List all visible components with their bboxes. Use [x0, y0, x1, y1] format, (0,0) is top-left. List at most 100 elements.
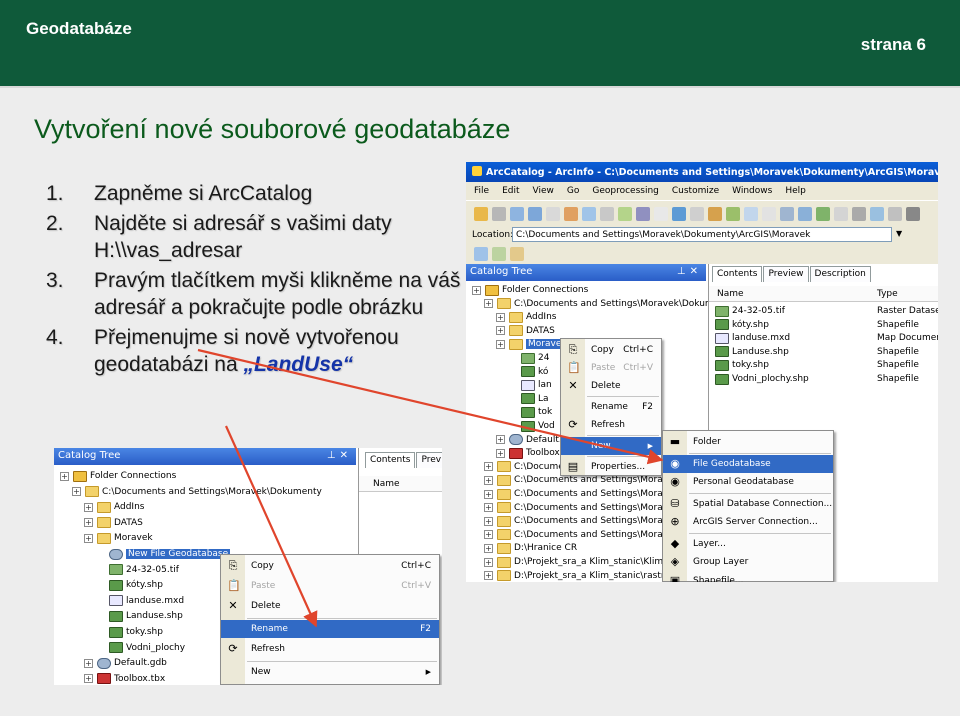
tab-preview[interactable]: Preview [763, 266, 809, 282]
tree-item[interactable]: landuse.mxd [96, 594, 184, 608]
tree-item[interactable]: kóty.shp [96, 578, 163, 592]
tree-item[interactable]: + Folder Connections [472, 283, 588, 297]
menu-item-paste[interactable]: 📋 Paste Ctrl+V [561, 359, 661, 377]
expand-toggle-icon[interactable]: + [84, 502, 93, 512]
tree-item[interactable]: + Moravek [496, 337, 569, 351]
toolbar-button[interactable] [546, 207, 560, 221]
tree-item[interactable]: tok [508, 405, 552, 419]
toolbar-button[interactable] [510, 247, 524, 261]
menu-item-file-geodatabase[interactable]: ◉ File Geodatabase [663, 454, 833, 473]
expand-toggle-icon[interactable]: + [496, 326, 505, 336]
toolbar-button[interactable] [798, 207, 812, 221]
toolbar-button[interactable] [888, 207, 902, 221]
tree-item[interactable]: + AddIns [496, 310, 556, 324]
toolbar-button[interactable] [636, 207, 650, 221]
expand-toggle-icon[interactable]: + [484, 530, 493, 540]
toolbar-button[interactable] [852, 207, 866, 221]
toolbar-button[interactable] [618, 207, 632, 221]
tree-item[interactable]: + Folder Connections [60, 469, 176, 483]
tree-item[interactable]: + C:\Documents and Settings\Moravek\Dokum… [484, 297, 734, 311]
toolbar-button[interactable] [492, 207, 506, 221]
tree-item[interactable]: +C:\Documents and Settings\Moravek\D [484, 514, 689, 528]
expand-toggle-icon[interactable]: + [496, 448, 505, 458]
pane-buttons[interactable]: ⊥✕ [327, 450, 352, 461]
toolbar-button[interactable] [834, 207, 848, 221]
toolbar-button[interactable] [564, 207, 578, 221]
expand-toggle-icon[interactable]: + [84, 533, 93, 543]
expand-toggle-icon[interactable]: + [484, 503, 493, 513]
toolbar-button[interactable] [492, 247, 506, 261]
expand-toggle-icon[interactable]: + [84, 674, 93, 684]
tree-item[interactable]: kó [508, 365, 548, 379]
tree-item[interactable]: + C:\Documents and Settings\Moravek\Dokum… [72, 485, 322, 499]
menu-item-shapefile[interactable]: ▣ Shapefile... [663, 572, 833, 582]
menu-item-file[interactable]: File [474, 186, 489, 196]
expand-toggle-icon[interactable]: + [84, 658, 93, 668]
expand-toggle-icon[interactable]: + [484, 299, 493, 309]
expand-toggle-icon[interactable]: + [484, 543, 493, 553]
expand-toggle-icon[interactable]: + [484, 571, 493, 581]
menu-item-rename[interactable]: Rename F2 [561, 398, 661, 416]
column-name[interactable]: Name [717, 289, 744, 299]
tree-item[interactable]: La [508, 392, 549, 406]
toolbar-button[interactable] [672, 207, 686, 221]
tree-item[interactable]: New File Geodatabase [96, 547, 231, 561]
toolbar-button[interactable] [510, 207, 524, 221]
column-name[interactable]: Name [373, 479, 400, 489]
toolbar-button[interactable] [690, 207, 704, 221]
tree-item[interactable]: + AddIns [84, 500, 144, 514]
tree-item[interactable]: +C:\Documents and Settings\Moravek\D [484, 501, 689, 515]
tree-item[interactable]: +C:\Documents and Settings\Moravek\D [484, 487, 689, 501]
list-item[interactable]: landuse.mxd Map Document [715, 331, 938, 345]
menu-item-refresh[interactable]: ⟳ Refresh [561, 416, 661, 434]
toolbar-button[interactable] [816, 207, 830, 221]
tab-description[interactable]: Description [809, 266, 871, 282]
tree-item[interactable]: + DATAS [84, 516, 143, 530]
toolbar-button[interactable] [744, 207, 758, 221]
menu-item-customize[interactable]: Customize [672, 186, 719, 196]
menu-item-properties[interactable]: ▤ Properties... [561, 458, 661, 476]
tree-item[interactable]: + Moravek [84, 531, 153, 545]
toolbar-button[interactable] [582, 207, 596, 221]
expand-toggle-icon[interactable]: + [484, 475, 493, 485]
toolbar-button[interactable] [654, 207, 668, 221]
menu-item-geoprocessing[interactable]: Geoprocessing [592, 186, 659, 196]
tree-item[interactable]: + Toolbox.tbx [84, 672, 165, 685]
menu-item-paste[interactable]: 📋 Paste Ctrl+V [221, 577, 439, 595]
tree-item[interactable]: + Toolbox. [496, 446, 563, 460]
tree-item[interactable]: 24 [508, 351, 549, 365]
expand-toggle-icon[interactable]: + [484, 462, 493, 472]
expand-toggle-icon[interactable]: + [484, 489, 493, 499]
menu-item-delete[interactable]: ✕ Delete [561, 377, 661, 395]
column-type[interactable]: Type [877, 289, 898, 299]
tree-item[interactable]: toky.shp [96, 625, 163, 639]
menu-item-copy[interactable]: ⎘ Copy Ctrl+C [221, 557, 439, 575]
tree-item[interactable]: lan [508, 378, 552, 392]
expand-toggle-icon[interactable]: + [484, 516, 493, 526]
menu-item-rename[interactable]: Rename F2 [221, 620, 439, 638]
tree-item[interactable]: + DATAS [496, 324, 555, 338]
location-input[interactable]: C:\Documents and Settings\Moravek\Dokume… [512, 227, 892, 242]
list-item[interactable]: Vodni_plochy.shp Shapefile [715, 372, 937, 386]
toolbar-button[interactable] [528, 207, 542, 221]
tree-item[interactable]: + D:\Projekt_sra_a Klim_stanic\Klim_s [484, 555, 672, 569]
menu-item-new[interactable]: New ▶ [221, 663, 439, 681]
expand-toggle-icon[interactable]: + [496, 339, 505, 349]
tree-item[interactable]: Vodni_plochy [96, 641, 185, 655]
menu-item-copy[interactable]: ⎘ Copy Ctrl+C [561, 341, 661, 359]
location-dropdown-icon[interactable]: ▼ [896, 229, 902, 238]
expand-toggle-icon[interactable]: + [496, 312, 505, 322]
toolbar-button[interactable] [474, 247, 488, 261]
expand-toggle-icon[interactable]: + [472, 285, 481, 295]
menu-item-layer[interactable]: ◆ Layer... [663, 535, 833, 553]
list-item[interactable]: Landuse.shp Shapefile [715, 345, 937, 359]
tab-prev[interactable]: Prev [416, 452, 442, 468]
toolbar-button[interactable] [474, 207, 488, 221]
toolbar-button[interactable] [780, 207, 794, 221]
pane-buttons[interactable]: ⊥✕ [677, 266, 702, 277]
list-item[interactable]: toky.shp Shapefile [715, 358, 937, 372]
list-item[interactable]: kóty.shp Shapefile [715, 318, 937, 332]
menu-item-folder[interactable]: ▬ Folder [663, 433, 833, 451]
tree-item[interactable]: + D:\Hranice CR [484, 541, 577, 555]
toolbar-button[interactable] [906, 207, 920, 221]
